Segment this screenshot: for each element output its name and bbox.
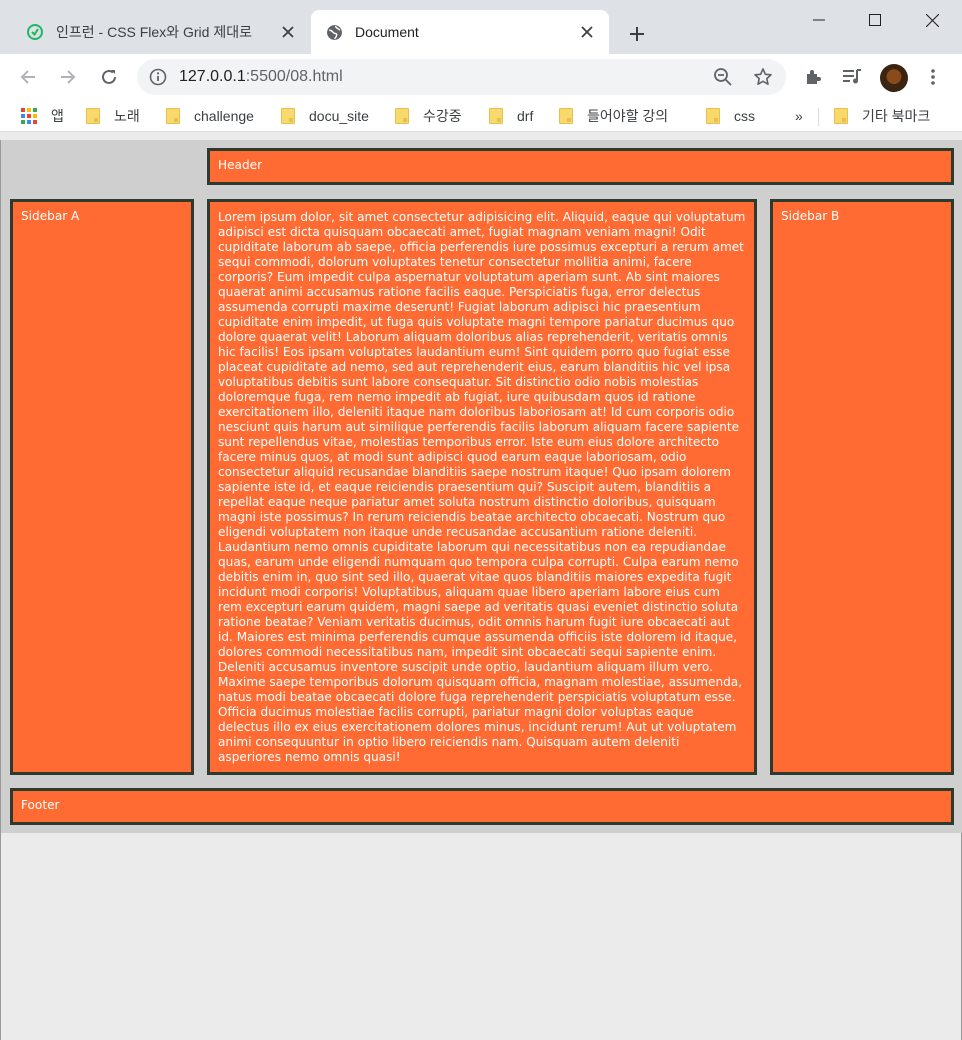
tab-inflearn[interactable]: 인프런 - CSS Flex와 Grid 제대로 <box>12 10 310 54</box>
url-text: 127.0.0.1:5500/08.html <box>179 68 343 86</box>
media-queue-icon[interactable] <box>838 63 866 91</box>
close-window-icon[interactable] <box>903 0 961 40</box>
bookmark-label: 앱 <box>51 108 64 124</box>
footer-label: Footer <box>21 798 60 812</box>
main-content-box: Lorem ipsum dolor, sit amet consectetur … <box>207 199 757 775</box>
footer-box: Footer <box>10 788 954 825</box>
menu-kebab-icon[interactable] <box>919 63 947 91</box>
bookmark-folder[interactable]: drf <box>489 106 533 126</box>
bookmark-folder[interactable]: css <box>706 106 755 126</box>
sidebar-b-box: Sidebar B <box>770 199 954 775</box>
site-info-icon[interactable] <box>149 68 167 86</box>
bookmark-label: 수강중 <box>423 108 462 124</box>
tab-close-icon[interactable] <box>274 18 302 46</box>
reload-icon[interactable] <box>93 61 125 93</box>
forward-arrow-icon[interactable] <box>52 61 84 93</box>
bookmark-label: 기타 북마크 <box>862 108 931 124</box>
apps-grid-icon <box>21 108 37 124</box>
header-label: Header <box>218 158 263 172</box>
tab-close-icon[interactable] <box>573 18 601 46</box>
bookmarks-bar: 앱 노래 challenge docu_site 수강중 drf 들어야할 강의… <box>0 100 962 132</box>
folder-icon <box>489 108 503 124</box>
tab-title: 인프런 - CSS Flex와 Grid 제대로 <box>56 24 252 40</box>
bookmark-folder[interactable]: 들어야할 강의 <box>559 106 668 126</box>
folder-icon <box>559 108 573 124</box>
page-viewport: Header Sidebar A Lorem ipsum dolor, sit … <box>0 140 962 1040</box>
url-host: 127.0.0.1 <box>179 68 246 85</box>
globe-icon <box>325 23 343 41</box>
folder-icon <box>86 108 100 124</box>
tab-title: Document <box>355 24 419 40</box>
minimize-icon[interactable] <box>790 0 848 40</box>
sidebar-a-box: Sidebar A <box>10 199 194 775</box>
sidebar-a-label: Sidebar A <box>21 209 80 223</box>
profile-avatar[interactable] <box>880 64 908 92</box>
bookmark-folder[interactable]: 수강중 <box>395 106 462 126</box>
back-arrow-icon[interactable] <box>12 61 44 93</box>
bookmark-other-folder[interactable]: 기타 북마크 <box>834 106 930 126</box>
address-bar[interactable]: 127.0.0.1:5500/08.html <box>137 59 786 95</box>
bookmarks-overflow-button[interactable]: » <box>795 106 803 126</box>
zoom-out-icon[interactable] <box>712 66 734 88</box>
maximize-icon[interactable] <box>846 0 904 40</box>
tab-document[interactable]: Document <box>311 10 609 54</box>
sidebar-b-label: Sidebar B <box>781 209 840 223</box>
bookmark-label: css <box>734 108 755 124</box>
folder-icon <box>395 108 409 124</box>
bookmark-label: 노래 <box>114 108 140 124</box>
extensions-puzzle-icon[interactable] <box>799 63 827 91</box>
folder-icon <box>281 108 295 124</box>
bookmark-star-icon[interactable] <box>752 66 774 88</box>
header-box: Header <box>207 148 954 185</box>
bookmark-label: drf <box>517 108 534 124</box>
chevron-double-right-icon: » <box>795 108 803 124</box>
main-content-text: Lorem ipsum dolor, sit amet consectetur … <box>218 210 746 764</box>
bookmark-label: challenge <box>194 108 254 124</box>
folder-icon <box>706 108 720 124</box>
grid-container: Header Sidebar A Lorem ipsum dolor, sit … <box>1 140 962 833</box>
bookmark-folder[interactable]: 노래 <box>86 106 140 126</box>
browser-toolbar: 127.0.0.1:5500/08.html <box>0 54 962 100</box>
bookmark-apps[interactable]: 앱 <box>21 106 64 126</box>
bookmark-folder[interactable]: challenge <box>166 106 254 126</box>
url-path: :5500/08.html <box>245 68 343 85</box>
bookmarks-divider <box>818 108 819 126</box>
bookmark-label: docu_site <box>309 108 369 124</box>
bookmark-label: 들어야할 강의 <box>587 108 669 124</box>
bookmark-folder[interactable]: docu_site <box>281 106 369 126</box>
inflearn-favicon-icon <box>26 23 44 41</box>
new-tab-plus-icon[interactable] <box>622 19 652 49</box>
folder-icon <box>166 108 180 124</box>
tab-strip: 인프런 - CSS Flex와 Grid 제대로 Document <box>0 0 962 54</box>
folder-icon <box>834 108 848 124</box>
